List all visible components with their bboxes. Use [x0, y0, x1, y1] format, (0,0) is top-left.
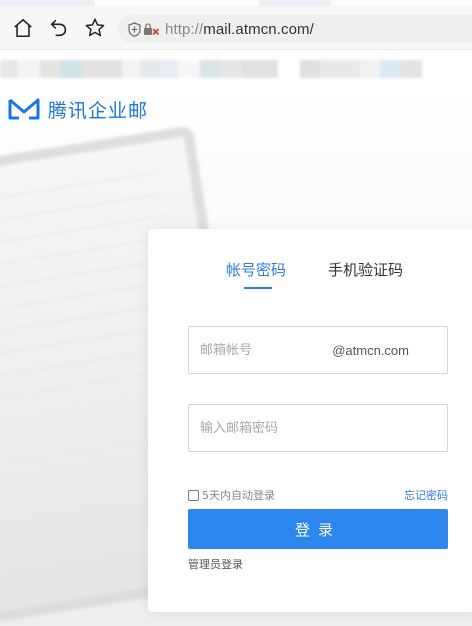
auto-login-label: 5天内自动登录 — [202, 489, 275, 502]
back-button[interactable] — [46, 15, 72, 41]
bookmark-star-button[interactable] — [82, 15, 108, 41]
brand-logo[interactable]: 腾讯企业邮 — [8, 96, 148, 122]
brand-name: 腾讯企业邮 — [48, 99, 149, 122]
insecure-icon — [144, 23, 159, 35]
forgot-password-link[interactable]: 忘记密码 — [404, 487, 448, 503]
tab-strip — [0, 0, 472, 6]
login-button[interactable]: 登录 — [188, 509, 448, 549]
tencent-mail-logo-icon — [8, 98, 40, 120]
url-text[interactable]: http://mail.atmcn.com/ — [165, 21, 314, 38]
address-bar[interactable]: http://mail.atmcn.com/ — [118, 15, 472, 43]
back-icon — [50, 19, 67, 37]
home-icon — [14, 18, 32, 38]
password-input[interactable] — [189, 405, 447, 451]
url-host: mail.atmcn.com/ — [203, 20, 314, 38]
account-input[interactable] — [189, 327, 319, 373]
bookmarks-bar — [0, 56, 472, 82]
account-domain-suffix: @atmcn.com — [332, 342, 409, 358]
account-field: @atmcn.com — [188, 326, 448, 374]
active-tab-indicator — [244, 287, 272, 289]
site-security-indicator[interactable] — [128, 21, 159, 37]
url-scheme: http:// — [165, 20, 204, 38]
star-icon — [85, 18, 105, 37]
login-card: 帐号密码 手机验证码 @atmcn.com 5天内自动登录 忘记密码 登录 管理… — [148, 229, 472, 612]
login-method-tabs: 帐号密码 手机验证码 — [148, 259, 472, 289]
auto-login-option[interactable]: 5天内自动登录 — [188, 487, 275, 503]
home-button[interactable] — [10, 15, 36, 41]
admin-login-link[interactable]: 管理员登录 — [188, 556, 243, 572]
auto-login-checkbox[interactable] — [188, 489, 199, 501]
browser-toolbar: http://mail.atmcn.com/ — [0, 0, 472, 50]
tab-account-password[interactable]: 帐号密码 — [226, 259, 286, 280]
tab-sms-code[interactable]: 手机验证码 — [328, 259, 403, 280]
password-field — [188, 404, 448, 452]
shield-icon — [128, 21, 141, 37]
